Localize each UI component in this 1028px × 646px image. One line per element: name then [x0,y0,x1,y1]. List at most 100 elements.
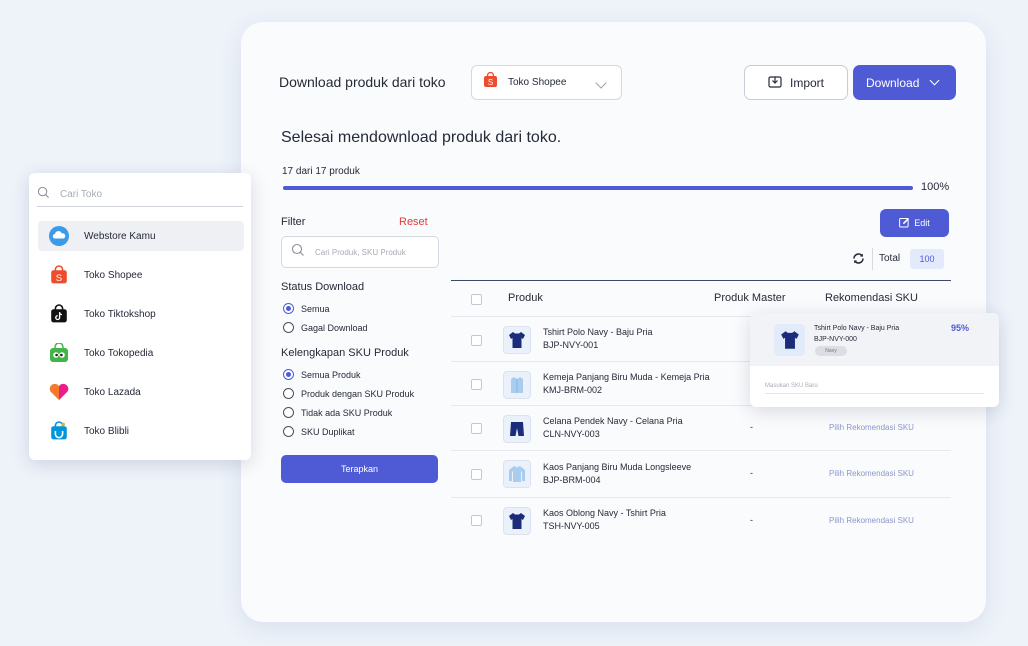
store-item-tiktokshop[interactable]: Toko Tiktokshop [38,299,244,329]
pilih-rekomendasi-link[interactable]: Pilih Rekomendasi SKU [829,469,914,478]
pilih-rekomendasi-link[interactable]: Pilih Rekomendasi SKU [829,423,914,432]
total-badge: 100 [910,249,944,269]
radio-tidak-ada-sku[interactable]: Tidak ada SKU Produk [283,407,392,418]
radio-selected-icon [283,369,294,380]
radio-label: Semua [301,303,330,314]
radio-icon [283,407,294,418]
store-item-label: Toko Tiktokshop [84,308,156,320]
navy-shirt-icon [503,326,531,354]
apply-button[interactable]: Terapkan [281,455,438,483]
radio-icon [283,388,294,399]
store-select[interactable]: S Toko Shopee [471,65,622,100]
store-select-value: Toko Shopee [508,77,567,88]
reset-link[interactable]: Reset [399,216,428,228]
sku-recommendation-popup: Tshirt Polo Navy - Baju Pria BJP-NVY-000… [750,313,999,407]
col-header-produk-master: Produk Master [714,292,786,304]
radio-selected-icon [283,303,294,314]
input-underline [765,393,984,394]
store-item-lazada[interactable]: Toko Lazada [38,377,244,407]
row-checkbox[interactable] [471,469,482,480]
store-item-label: Toko Shopee [84,269,143,281]
product-name-cell: Celana Pendek Navy - Celana Pria CLN-NVY… [543,415,683,441]
store-item-label: Webstore Kamu [84,230,156,242]
select-all-checkbox[interactable] [471,294,482,305]
product-sku: CLN-NVY-003 [543,429,600,439]
radio-gagal-download[interactable]: Gagal Download [283,322,368,333]
product-name-cell: Kemeja Panjang Biru Muda - Kemeja Pria K… [543,371,710,397]
radio-sku-duplikat[interactable]: SKU Duplikat [283,426,355,437]
col-header-produk: Produk [508,292,543,304]
radio-label: Produk dengan SKU Produk [301,388,415,399]
product-name: Kaos Oblong Navy - Tshirt Pria [543,508,666,518]
store-item-label: Toko Blibli [84,425,130,437]
radio-label: SKU Duplikat [301,426,355,437]
radio-label: Semua Produk [301,369,361,380]
product-name-cell: Kaos Panjang Biru Muda Longsleeve BJP-BR… [543,461,691,487]
radio-produk-dengan-sku[interactable]: Produk dengan SKU Produk [283,388,414,399]
store-search-placeholder: Cari Toko [60,189,103,200]
product-master-cell: - [750,515,753,525]
tokopedia-bag-icon [49,343,69,363]
progress-percent: 100% [921,181,950,193]
navy-tshirt-icon [503,507,531,535]
shopee-bag-icon: S [483,71,498,93]
product-search-placeholder: Cari Produk, SKU Produk [315,247,406,257]
import-button[interactable]: Import [744,65,848,100]
search-icon [37,186,50,204]
svg-text:S: S [56,273,62,284]
store-item-tokopedia[interactable]: Toko Tokopedia [38,338,244,368]
navy-shorts-icon [503,415,531,443]
row-checkbox[interactable] [471,423,482,434]
row-checkbox[interactable] [471,515,482,526]
row-checkbox[interactable] [471,379,482,390]
radio-semua[interactable]: Semua [283,303,330,314]
lazada-heart-icon [49,382,69,402]
store-item-webstore[interactable]: Webstore Kamu [38,221,244,251]
edit-label: Edit [914,218,930,228]
product-search-input[interactable]: Cari Produk, SKU Produk [281,236,439,268]
product-name: Celana Pendek Navy - Celana Pria [543,416,683,426]
status-title: Selesai mendownload produk dari toko. [281,129,562,146]
progress-count: 17 dari 17 produk [282,166,360,177]
download-button[interactable]: Download [853,65,956,100]
product-sku: BJP-NVY-001 [543,340,599,350]
radio-label: Gagal Download [301,322,368,333]
table-top-divider [451,280,951,281]
store-search-input[interactable]: Cari Toko [37,183,243,207]
radio-icon [283,426,294,437]
total-label: Total [879,253,901,264]
progress-bar-fill [283,186,913,190]
radio-semua-produk[interactable]: Semua Produk [283,369,361,380]
product-master-cell: - [750,468,753,478]
row-divider [451,450,951,451]
store-list-panel: Cari Toko Webstore Kamu S Toko Shopee To… [29,173,251,460]
store-item-shopee[interactable]: S Toko Shopee [38,260,244,290]
tiktok-bag-icon [49,304,69,324]
download-label: Download [866,75,920,90]
row-checkbox[interactable] [471,335,482,346]
edit-button[interactable]: Edit [880,209,949,237]
chevron-down-icon [929,75,940,86]
recommendation-product-name: Tshirt Polo Navy - Baju Pria [814,325,900,332]
radio-icon [283,322,294,333]
store-item-blibli[interactable]: Toko Blibli [38,416,244,446]
blibli-bag-icon [49,421,69,441]
store-item-label: Toko Lazada [84,386,141,398]
navy-shirt-icon [774,324,805,356]
refresh-icon[interactable] [852,252,865,270]
product-name: Tshirt Polo Navy - Baju Pria [543,327,653,337]
product-name-cell: Tshirt Polo Navy - Baju Pria BJP-NVY-001 [543,326,653,352]
new-sku-input[interactable]: Masukan SKU Baru [765,383,818,389]
filter-label: Filter [281,216,306,228]
import-label: Import [789,75,824,90]
product-sku: TSH-NVY-005 [543,521,600,531]
edit-icon [899,217,910,230]
toolbar-divider [872,248,873,270]
pilih-rekomendasi-link[interactable]: Pilih Rekomendasi SKU [829,516,914,525]
progress-bar [283,186,913,190]
col-header-rekomendasi: Rekomendasi SKU [825,292,918,304]
chevron-down-icon [595,77,607,89]
recommendation-name: Tshirt Polo Navy - Baju Pria BJP-NVY-000 [814,323,899,345]
recommendation-option[interactable]: Tshirt Polo Navy - Baju Pria BJP-NVY-000… [750,313,999,366]
import-icon [768,75,782,91]
